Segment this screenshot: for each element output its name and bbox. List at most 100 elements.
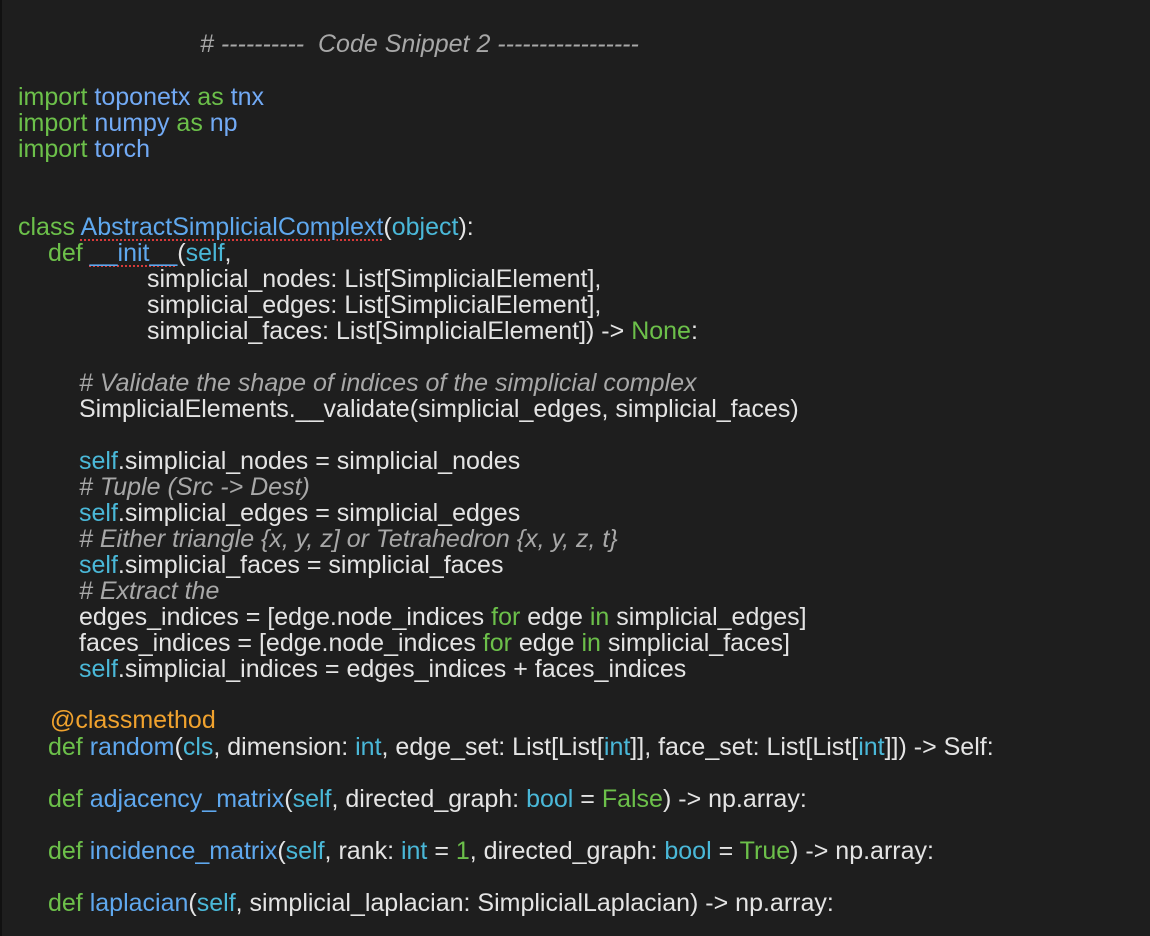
code-line-import3: import torch	[18, 136, 150, 162]
code-line-decorator: @classmethod	[50, 707, 216, 733]
code-token: bool	[664, 837, 712, 865]
code-token: laplacian	[89, 889, 189, 917]
code-token: as	[176, 109, 203, 137]
code-area[interactable]: # ---------- Code Snippet 2 ------------…	[2, 0, 1150, 936]
code-token: incidence_matrix	[89, 837, 278, 865]
code-token: =	[427, 837, 456, 865]
code-token: , directed_graph:	[469, 837, 665, 865]
code-token: ):	[458, 213, 474, 241]
code-token: simplicial_nodes: List[SimplicialElement…	[147, 265, 602, 293]
code-token: , edge_set: List[List[	[381, 733, 604, 761]
code-token: int	[400, 837, 428, 865]
code-token: SimplicialElements.__validate(simplicial…	[79, 395, 799, 423]
code-token: =	[573, 785, 602, 813]
code-line-edges-indices: edges_indices = [edge.node_indices for e…	[79, 604, 807, 630]
code-token: simplicial_faces]	[600, 629, 790, 657]
code-line-laplacian-def: def laplacian(self, simplicial_laplacian…	[48, 890, 834, 916]
code-token: .simplicial_nodes = simplicial_nodes	[117, 447, 521, 475]
code-token: object	[391, 213, 459, 241]
code-line-incidence-def: def incidence_matrix(self, rank: int = 1…	[48, 838, 934, 864]
code-token: (	[277, 837, 286, 865]
code-token: int	[355, 733, 382, 761]
code-token: True	[739, 837, 791, 865]
code-token: # Validate the shape of indices of the s…	[79, 369, 697, 397]
code-token: , simplicial_laplacian: SimplicialLaplac…	[235, 889, 834, 917]
code-line-comment-extract: # Extract the	[79, 578, 219, 604]
code-token: def	[48, 837, 83, 865]
code-token: for	[482, 629, 512, 657]
code-token: @classmethod	[50, 706, 216, 734]
code-token: (	[383, 213, 392, 241]
code-token: ]]) -> Self:	[884, 733, 994, 761]
code-token: .simplicial_edges = simplicial_edges	[117, 499, 521, 527]
code-line-class-decl: class AbstractSimplicialComplext(object)…	[18, 214, 474, 240]
code-line-comment-validate: # Validate the shape of indices of the s…	[79, 370, 696, 396]
code-token: 1	[455, 837, 470, 865]
code-token: ) -> np.array:	[662, 785, 807, 813]
code-token: np	[209, 109, 238, 137]
code-token: def	[48, 733, 83, 761]
code-token: import	[18, 83, 88, 111]
code-line-import1: import toponetx as tnx	[18, 84, 264, 110]
code-token: cls	[182, 733, 214, 761]
code-token: torch	[94, 135, 151, 163]
code-token: (	[284, 785, 293, 813]
code-token: in	[581, 629, 601, 657]
code-token: in	[589, 603, 610, 631]
code-token: :	[690, 317, 698, 345]
code-line-param-faces: simplicial_faces: List[SimplicialElement…	[147, 318, 698, 344]
code-token: self	[196, 889, 236, 917]
code-line-comment-tuple: # Tuple (Src -> Dest)	[79, 474, 310, 500]
code-token: faces_indices = [edge.node_indices	[79, 629, 483, 657]
code-token: tnx	[230, 83, 265, 111]
code-line-assign-indices: self.simplicial_indices = edges_indices …	[79, 656, 686, 682]
code-line-param-edges: simplicial_edges: List[SimplicialElement…	[147, 292, 601, 318]
code-token: int	[603, 733, 631, 761]
code-line-comment-either: # Either triangle {x, y, z] or Tetrahedr…	[79, 526, 618, 552]
code-token: def	[48, 239, 83, 267]
code-token: simplicial_edges: List[SimplicialElement…	[147, 291, 602, 319]
code-token: (	[174, 733, 183, 761]
code-token: class	[18, 213, 75, 241]
code-token: .simplicial_faces = simplicial_faces	[117, 551, 504, 579]
code-line-header: # ---------- Code Snippet 2 ------------…	[200, 31, 639, 57]
code-token: toponetx	[94, 83, 191, 111]
code-token: import	[18, 109, 88, 137]
code-token: self	[292, 785, 332, 813]
code-token: for	[491, 603, 521, 631]
code-token: random	[89, 733, 175, 761]
code-token: __init__	[89, 239, 178, 267]
code-token: (	[188, 889, 197, 917]
code-token: simplicial_edges]	[609, 603, 807, 631]
code-token: self	[79, 655, 118, 683]
code-line-validate-call: SimplicialElements.__validate(simplicial…	[79, 396, 799, 422]
code-token: self	[79, 551, 118, 579]
code-line-assign-edges: self.simplicial_edges = simplicial_edges	[79, 500, 520, 526]
code-token: , dimension:	[213, 733, 356, 761]
code-token: ,	[224, 239, 232, 267]
code-token: bool	[526, 785, 574, 813]
code-token: AbstractSimplicialComplext	[80, 213, 384, 241]
code-line-assign-nodes: self.simplicial_nodes = simplicial_nodes	[79, 448, 520, 474]
code-token: self	[285, 837, 325, 865]
code-line-adjacency-def: def adjacency_matrix(self, directed_grap…	[48, 786, 807, 812]
code-token: # Either triangle {x, y, z] or Tetrahedr…	[79, 525, 618, 553]
code-token: edge	[520, 603, 590, 631]
code-token: # ---------- Code Snippet 2 ------------…	[200, 30, 639, 58]
code-line-init-def: def __init__(self,	[48, 240, 231, 266]
code-token: =	[711, 837, 740, 865]
code-token: def	[48, 889, 83, 917]
code-token: def	[48, 785, 83, 813]
code-token: (	[177, 239, 186, 267]
code-token: import	[18, 135, 88, 163]
code-token: None	[631, 317, 691, 345]
code-line-faces-indices: faces_indices = [edge.node_indices for e…	[79, 630, 790, 656]
code-token: numpy	[94, 109, 170, 137]
